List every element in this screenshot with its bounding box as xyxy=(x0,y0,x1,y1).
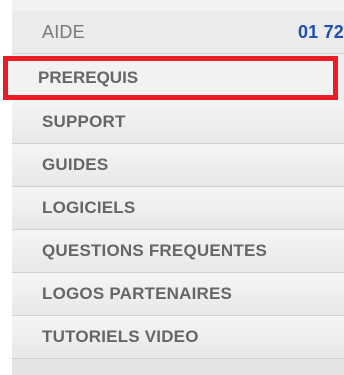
menu-item-support[interactable]: SUPPORT xyxy=(12,101,344,144)
menu-item-label: PREREQUIS xyxy=(38,68,139,87)
menu-item-label: LOGOS PARTENAIRES xyxy=(42,284,233,303)
menu-item-label: SUPPORT xyxy=(42,112,126,131)
menu-item-prerequis[interactable]: PREREQUIS xyxy=(3,56,338,100)
menu-item-questions-frequentes[interactable]: QUESTIONS FREQUENTES xyxy=(12,230,344,273)
menu-header-aide[interactable]: AIDE 01 72 xyxy=(12,11,344,54)
menu-item-guides[interactable]: GUIDES xyxy=(12,144,344,187)
menu-item-label: QUESTIONS FREQUENTES xyxy=(42,241,268,260)
menu-item-label: GUIDES xyxy=(42,155,109,174)
menu-item-tutoriels-video[interactable]: TUTORIELS VIDEO xyxy=(12,316,344,359)
menu-item-label: LOGICIELS xyxy=(42,198,136,217)
phone-number: 01 72 xyxy=(297,22,344,42)
menu-item-label: TUTORIELS VIDEO xyxy=(42,327,199,346)
menu-item-logiciels[interactable]: LOGICIELS xyxy=(12,187,344,230)
menu-header-label: AIDE xyxy=(42,21,85,42)
menu-item-logos-partenaires[interactable]: LOGOS PARTENAIRES xyxy=(12,273,344,316)
